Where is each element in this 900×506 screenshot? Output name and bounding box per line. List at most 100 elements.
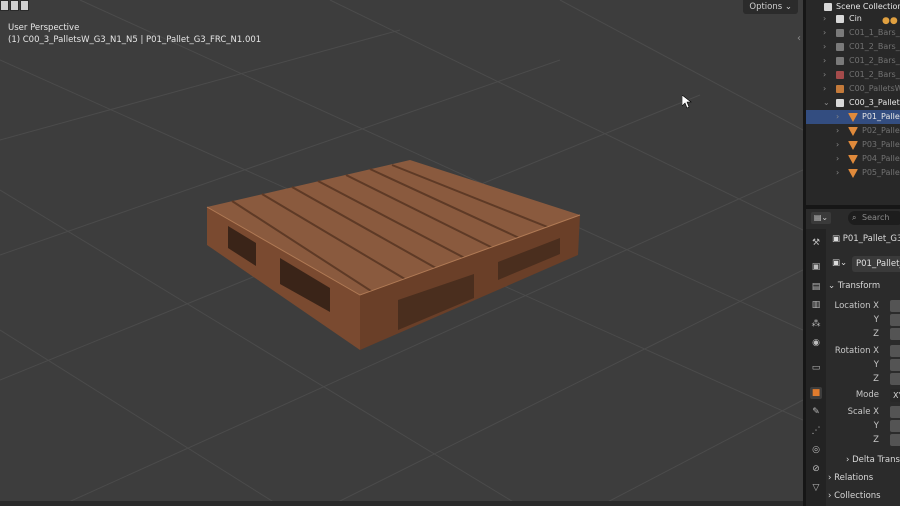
outliner-item[interactable]: › C01_2_Bars_1 bbox=[806, 40, 900, 54]
outliner-item[interactable]: › C01_2_Bars_1 bbox=[806, 54, 900, 68]
location-y-label: Y bbox=[873, 315, 879, 325]
collections-title: Collections bbox=[834, 491, 881, 501]
transform-panel-header[interactable]: ⌄ Transform bbox=[828, 278, 900, 294]
location-z-field[interactable] bbox=[890, 328, 900, 340]
object-cube-icon: ▣ bbox=[832, 234, 841, 244]
location-x-label: Location X bbox=[834, 301, 879, 311]
scale-x-field[interactable] bbox=[890, 406, 900, 418]
transform-panel-title: Transform bbox=[837, 281, 881, 291]
outliner-item[interactable]: › P02_Pallet bbox=[806, 124, 900, 138]
select-extend-icon[interactable] bbox=[10, 0, 19, 11]
select-subtract-icon[interactable] bbox=[20, 0, 29, 11]
select-mode-icon[interactable] bbox=[0, 0, 9, 11]
3d-viewport[interactable]: User Perspective (1) C00_3_PalletsW_G3_N… bbox=[0, 0, 803, 506]
view-layer-icon[interactable]: ▥ bbox=[810, 299, 822, 311]
chevron-down-icon: ⌄ bbox=[828, 281, 836, 291]
outliner-item[interactable]: › P03_Pallet bbox=[806, 138, 900, 152]
viewport-header-icons[interactable] bbox=[0, 0, 29, 11]
collection-icon bbox=[836, 15, 844, 23]
object-data-row: ▣⌄ bbox=[832, 256, 847, 270]
tool-icon[interactable]: ⚒ bbox=[810, 237, 822, 249]
chevron-right-icon[interactable]: › bbox=[836, 110, 839, 124]
rotation-x-label: Rotation X bbox=[834, 346, 879, 356]
chevron-right-icon[interactable]: › bbox=[836, 138, 839, 152]
collection-icon bbox=[836, 99, 844, 107]
pallet-model[interactable] bbox=[206, 160, 581, 350]
viewport-grid bbox=[0, 0, 803, 506]
mesh-icon bbox=[848, 127, 858, 136]
chevron-right-icon[interactable]: › bbox=[836, 152, 839, 166]
editor-type-dropdown[interactable]: ▤⌄ bbox=[811, 212, 831, 224]
properties-header: ▤⌄ ⌕ Search bbox=[806, 209, 900, 227]
outliner-item[interactable]: › C01_1_Bars_1 bbox=[806, 26, 900, 40]
chevron-right-icon[interactable]: › bbox=[823, 68, 826, 82]
scale-z-label: Z bbox=[873, 435, 879, 445]
object-name-label: P01_Pallet_G3 bbox=[842, 234, 900, 244]
relations-title: Relations bbox=[834, 473, 874, 483]
properties-search-input[interactable]: ⌕ Search bbox=[848, 211, 900, 225]
collection-orange-icon bbox=[836, 85, 844, 93]
world-icon[interactable]: ◉ bbox=[810, 337, 822, 349]
chevron-down-icon: ⌄ bbox=[784, 2, 792, 12]
search-placeholder: Search bbox=[862, 213, 890, 222]
rotation-x-field[interactable] bbox=[890, 345, 900, 357]
output-icon[interactable]: ▤ bbox=[810, 281, 822, 293]
outliner-item-selected[interactable]: › P01_Pallet bbox=[806, 110, 900, 124]
location-x-field[interactable] bbox=[890, 300, 900, 312]
scale-y-label: Y bbox=[873, 421, 879, 431]
viewport-perspective-label: User Perspective bbox=[8, 23, 80, 33]
sidebar-toggle-icon[interactable]: ‹ bbox=[797, 33, 801, 44]
scale-y-field[interactable] bbox=[890, 420, 900, 432]
collection-props-icon[interactable]: ▭ bbox=[810, 362, 822, 374]
outliner-item[interactable]: › Cin ●● bbox=[806, 12, 900, 26]
outliner-panel[interactable]: Scene Collection › Cin ●● › C01_1_Bars_1… bbox=[806, 0, 900, 205]
viewport-bottom-bar bbox=[0, 501, 803, 506]
object-type-dropdown-icon[interactable]: ▣⌄ bbox=[832, 258, 847, 268]
chevron-right-icon[interactable]: › bbox=[823, 12, 826, 26]
outliner-item[interactable]: › C00_PalletsW bbox=[806, 82, 900, 96]
modifier-wrench-icon[interactable]: ✎ bbox=[810, 406, 822, 418]
outliner-item[interactable]: › P04_Pallet bbox=[806, 152, 900, 166]
outliner-item[interactable]: › C01_2_Bars_1 bbox=[806, 68, 900, 82]
outliner-item[interactable]: › P05_Pallet bbox=[806, 166, 900, 180]
chevron-right-icon[interactable]: › bbox=[823, 54, 826, 68]
chevron-right-icon[interactable]: › bbox=[823, 40, 826, 54]
particles-icon[interactable]: ⋰ bbox=[810, 425, 822, 437]
object-data-mesh-icon[interactable]: ▽ bbox=[810, 482, 822, 494]
chevron-right-icon[interactable]: › bbox=[823, 82, 826, 96]
properties-tabs: ⚒ ▣ ▤ ▥ ⁂ ◉ ▭ ■ ✎ ⋰ ◎ ⊘ ▽ bbox=[806, 229, 826, 506]
collections-panel-header[interactable]: › Collections bbox=[828, 488, 900, 504]
chevron-right-icon[interactable]: › bbox=[823, 26, 826, 40]
scale-x-label: Scale X bbox=[847, 407, 879, 417]
outliner-item[interactable]: ⌄ C00_3_Pallets bbox=[806, 96, 900, 110]
mouse-cursor-icon bbox=[682, 95, 692, 109]
object-name-row[interactable]: ▣ P01_Pallet_G3 bbox=[832, 232, 900, 246]
mesh-icon bbox=[848, 113, 858, 122]
object-data-name-field[interactable]: P01_Pallet_ bbox=[852, 256, 900, 272]
relations-panel-header[interactable]: › Relations bbox=[828, 470, 900, 486]
rotation-mode-dropdown[interactable]: XY bbox=[890, 389, 900, 402]
rotation-z-field[interactable] bbox=[890, 373, 900, 385]
options-button[interactable]: Options ⌄ bbox=[743, 0, 798, 14]
chevron-right-icon[interactable]: › bbox=[836, 124, 839, 138]
delta-transform-panel-header[interactable]: › Delta Transf bbox=[846, 452, 900, 468]
mesh-icon bbox=[848, 169, 858, 178]
chevron-down-icon[interactable]: ⌄ bbox=[823, 96, 830, 110]
viewport-active-object-label: (1) C00_3_PalletsW_G3_N1_N5 | P01_Pallet… bbox=[8, 35, 262, 45]
chevron-right-icon[interactable]: › bbox=[836, 166, 839, 180]
object-props-icon[interactable]: ■ bbox=[810, 387, 822, 399]
collection-icon bbox=[836, 43, 844, 51]
physics-icon[interactable]: ◎ bbox=[810, 444, 822, 456]
scale-z-field[interactable] bbox=[890, 434, 900, 446]
properties-editor[interactable]: ▤⌄ ⌕ Search ⚒ ▣ ▤ ▥ ⁂ ◉ ▭ ■ ✎ ⋰ ◎ ⊘ ▽ ▣ … bbox=[806, 209, 900, 506]
scene-icon[interactable]: ⁂ bbox=[810, 318, 822, 330]
mesh-icon bbox=[848, 141, 858, 150]
location-y-field[interactable] bbox=[890, 314, 900, 326]
delta-transform-title: Delta Transf bbox=[852, 455, 900, 465]
rotation-y-field[interactable] bbox=[890, 359, 900, 371]
render-icon[interactable]: ▣ bbox=[810, 261, 822, 273]
scene-collection-icon bbox=[824, 3, 832, 11]
constraints-icon[interactable]: ⊘ bbox=[810, 463, 822, 475]
options-label: Options bbox=[749, 2, 783, 12]
collection-red-icon bbox=[836, 71, 844, 79]
